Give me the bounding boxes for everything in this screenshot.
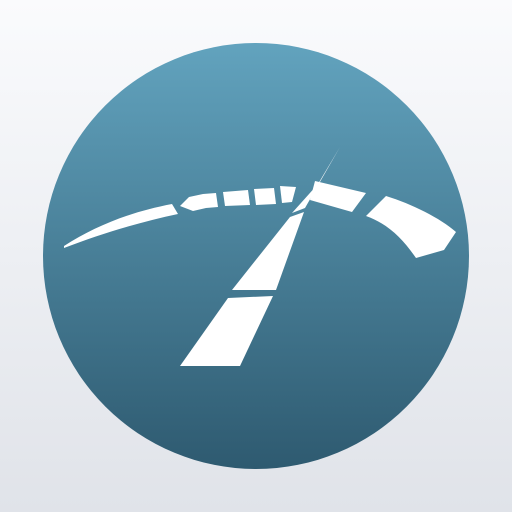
gauge-circle	[43, 43, 469, 469]
gauge-scale-tick	[254, 188, 276, 205]
gauge-scale-tick	[223, 190, 250, 206]
speedometer-gauge-icon	[43, 43, 469, 469]
app-icon	[0, 0, 512, 512]
